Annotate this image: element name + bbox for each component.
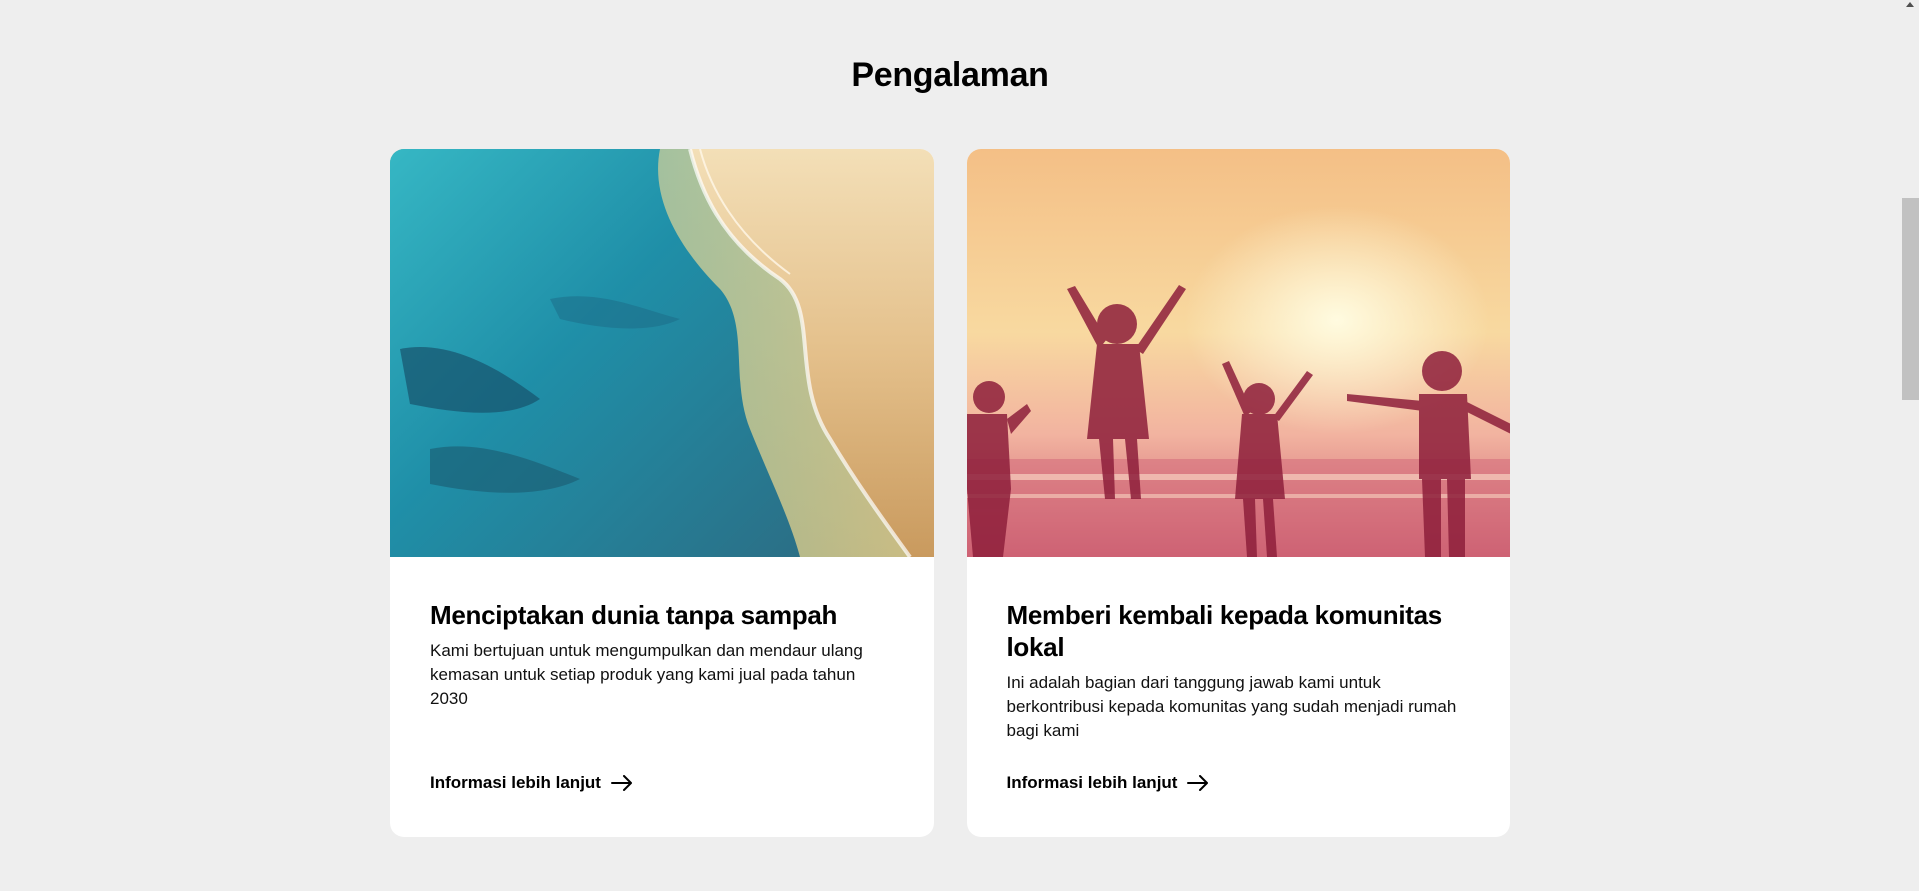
card-zero-waste: Menciptakan dunia tanpa sampah Kami bert… xyxy=(390,149,934,837)
arrow-right-icon xyxy=(610,775,632,791)
card-community: Memberi kembali kepada komunitas lokal I… xyxy=(966,149,1510,837)
card-description: Kami bertujuan untuk mengumpulkan dan me… xyxy=(430,641,863,708)
scroll-up-arrow-icon[interactable] xyxy=(1900,0,1919,14)
learn-more-label: Informasi lebih lanjut xyxy=(430,773,601,792)
section-title: Pengalaman xyxy=(851,56,1049,94)
learn-more-label: Informasi lebih lanjut xyxy=(1006,773,1178,792)
arrow-right-icon xyxy=(1187,775,1209,791)
card-body: Memberi kembali kepada komunitas lokal I… xyxy=(1007,599,1475,743)
learn-more-link[interactable]: Informasi lebih lanjut xyxy=(430,773,633,793)
vertical-scrollbar[interactable] xyxy=(1900,0,1919,891)
card-description: Ini adalah bagian dari tanggung jawab ka… xyxy=(1006,673,1457,740)
children-jumping-sunset-image xyxy=(966,149,1510,557)
page: Pengalaman Menciptakan dunia tanpa sampa… xyxy=(0,0,1919,891)
card-title: Menciptakan dunia tanpa sampah xyxy=(430,600,838,630)
beach-shoreline-image xyxy=(390,149,934,557)
learn-more-link[interactable]: Informasi lebih lanjut xyxy=(1007,773,1210,793)
scrollbar-thumb[interactable] xyxy=(1902,198,1919,400)
card-title: Memberi kembali kepada komunitas lokal xyxy=(1006,600,1443,662)
card-list: Menciptakan dunia tanpa sampah Kami bert… xyxy=(390,149,1510,837)
card-body: Menciptakan dunia tanpa sampah Kami bert… xyxy=(430,599,898,711)
